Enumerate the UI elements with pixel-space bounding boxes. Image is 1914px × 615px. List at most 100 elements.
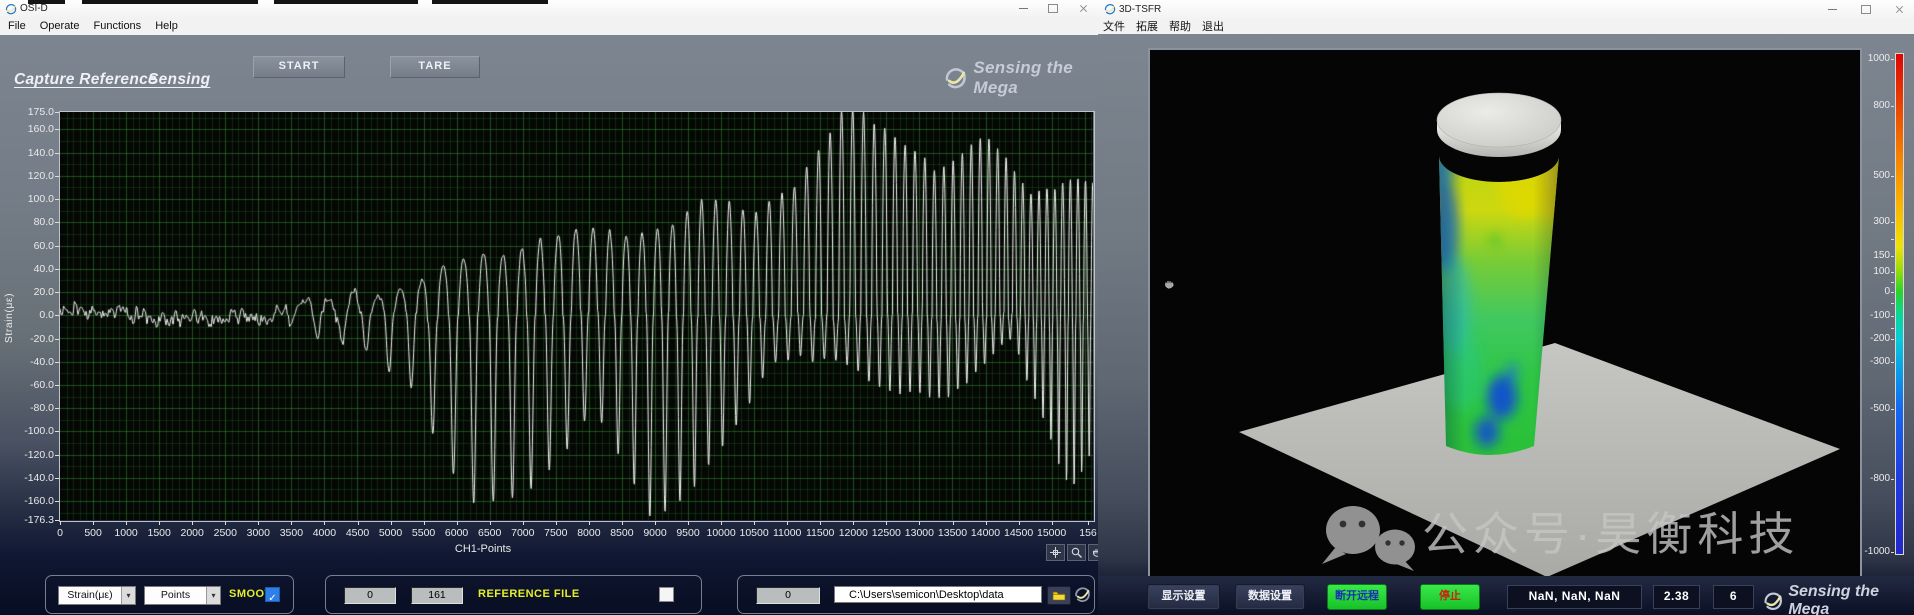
x-unit-dropdown[interactable]: Points ▾: [144, 586, 221, 605]
tab-sensing[interactable]: Sensing: [148, 71, 210, 89]
crosshair-icon: [1050, 547, 1061, 558]
x-tick-label: 11500: [806, 527, 834, 539]
x-tick-label: 9000: [643, 527, 666, 539]
colorbar-tick-mark: [1891, 362, 1894, 363]
disconnect-remote-button[interactable]: 断开远程: [1327, 584, 1387, 610]
file-path-group: 0: [737, 575, 1095, 614]
zoom-tool-button[interactable]: [1067, 544, 1086, 561]
x-tick-label: 1000: [114, 527, 137, 539]
x-tick-mark: [556, 521, 557, 525]
app-icon: [1104, 3, 1116, 15]
menu-exit[interactable]: 退出: [1202, 18, 1224, 34]
left-client-area: Capture Reference Sensing START TARE Sen…: [0, 35, 1098, 615]
x-tick-mark: [457, 521, 458, 525]
3d-viewport[interactable]: 公众号·昊衡科技: [1148, 48, 1862, 580]
top-screen-artifact: [82, 0, 258, 4]
tare-button[interactable]: TARE: [390, 56, 480, 78]
menu-help[interactable]: 帮助: [1169, 18, 1191, 34]
colorbar-tick-label: -800: [1858, 473, 1890, 485]
x-tick-mark: [655, 521, 656, 525]
reference-field-1[interactable]: 0: [344, 587, 396, 604]
reference-field-2[interactable]: 161: [411, 587, 463, 604]
y-unit-value: Strain(με): [59, 587, 121, 604]
window-title: 3D-TSFR: [1119, 4, 1161, 15]
colorbar-tick-mark: [1891, 272, 1894, 273]
menu-extend[interactable]: 拓展: [1136, 18, 1158, 34]
cursor-tool-button[interactable]: [1046, 544, 1065, 561]
y-tick-mark: [55, 176, 59, 177]
colorbar-tick-label: -1000: [1858, 546, 1890, 558]
pan-tool-button[interactable]: [1088, 544, 1098, 561]
y-unit-dropdown[interactable]: Strain(με) ▾: [58, 586, 136, 605]
menu-file[interactable]: File: [8, 20, 26, 32]
data-path-input[interactable]: [834, 586, 1042, 603]
window-3d-tsfr: 3D-TSFR 文件 拓展 帮助 退出: [1098, 0, 1914, 615]
brand-logo: Sensing the Mega: [944, 58, 1098, 98]
x-tick-mark: [688, 521, 689, 525]
x-tick-label: 12000: [839, 527, 868, 539]
x-tick-label: 8500: [610, 527, 633, 539]
x-tick-label: 9500: [676, 527, 699, 539]
brand-logo-text: Sensing the Mega: [973, 58, 1098, 98]
x-tick-label: 13500: [938, 527, 967, 539]
x-tick-label: 8000: [577, 527, 600, 539]
x-tick-mark: [258, 521, 259, 525]
window-osi-d: OSI-D File Operate Functions Help Captur…: [0, 0, 1098, 615]
close-button[interactable]: [1886, 3, 1912, 16]
x-tick-mark: [490, 521, 491, 525]
menu-functions[interactable]: Functions: [93, 20, 141, 32]
x-tick-mark: [324, 521, 325, 525]
x-tick-mark: [192, 521, 193, 525]
x-tick-mark: [60, 521, 61, 525]
menu-help[interactable]: Help: [155, 20, 178, 32]
y-tick-label: 175.0: [0, 106, 54, 118]
strain-chart-canvas[interactable]: [60, 112, 1093, 520]
x-tick-label: 12500: [872, 527, 901, 539]
minimize-button[interactable]: [1819, 3, 1845, 16]
top-screen-artifact: [274, 0, 418, 4]
right-bottom-bar: 显示设置 数据设置 断开远程 停止 NaN, NaN, NaN 2.38 6 S…: [1098, 576, 1914, 615]
stop-button[interactable]: 停止: [1420, 584, 1480, 610]
reference-group: 0 161 REFERENCE FILE: [325, 575, 702, 614]
maximize-button[interactable]: [1853, 3, 1879, 16]
x-tick-label: 4000: [313, 527, 336, 539]
menu-file[interactable]: 文件: [1103, 18, 1125, 34]
cylinder-cap: [1437, 93, 1561, 157]
menu-operate[interactable]: Operate: [40, 20, 80, 32]
y-tick-mark: [55, 199, 59, 200]
colorbar-tick-label: 1000: [1858, 53, 1890, 65]
y-tick-label: -140.0: [0, 472, 54, 484]
data-settings-button[interactable]: 数据设置: [1235, 584, 1305, 610]
display-settings-button[interactable]: 显示设置: [1147, 584, 1220, 610]
right-menubar: 文件 拓展 帮助 退出: [1098, 18, 1914, 35]
colorbar-gradient: [1895, 53, 1904, 555]
x-tick-mark: [523, 521, 524, 525]
y-tick-mark: [55, 520, 59, 521]
x-tick-mark: [853, 521, 854, 525]
colorbar-tick-label: -500: [1858, 403, 1890, 415]
start-button[interactable]: START: [253, 56, 345, 78]
maximize-button[interactable]: [1040, 2, 1066, 15]
y-tick-mark: [55, 246, 59, 247]
x-tick-label: 500: [84, 527, 102, 539]
close-button[interactable]: [1070, 2, 1096, 15]
value-field-1: 2.38: [1653, 585, 1700, 609]
brand-logo: Sensing the Mega: [1763, 583, 1914, 615]
path-field-count[interactable]: 0: [756, 587, 820, 604]
smooth-checkbox[interactable]: [265, 587, 280, 602]
colorbar-minor-tick: [1891, 328, 1894, 329]
y-tick-mark: [55, 292, 59, 293]
x-tick-mark: [986, 521, 987, 525]
3d-scene: 公众号·昊衡科技: [1150, 50, 1860, 578]
y-tick-mark: [55, 129, 59, 130]
reference-file-checkbox[interactable]: [659, 587, 674, 602]
right-titlebar[interactable]: 3D-TSFR: [1098, 0, 1914, 19]
tab-capture-reference[interactable]: Capture Reference: [14, 71, 157, 89]
minimize-button[interactable]: [1010, 2, 1036, 15]
colorbar-tick-label: -300: [1858, 356, 1890, 368]
y-axis-title: Strain(με): [3, 283, 15, 353]
x-tick-label: 6500: [478, 527, 501, 539]
colorbar-tick-mark: [1891, 256, 1894, 257]
browse-folder-button[interactable]: [1047, 586, 1071, 605]
colorbar-tick-mark: [1891, 176, 1894, 177]
